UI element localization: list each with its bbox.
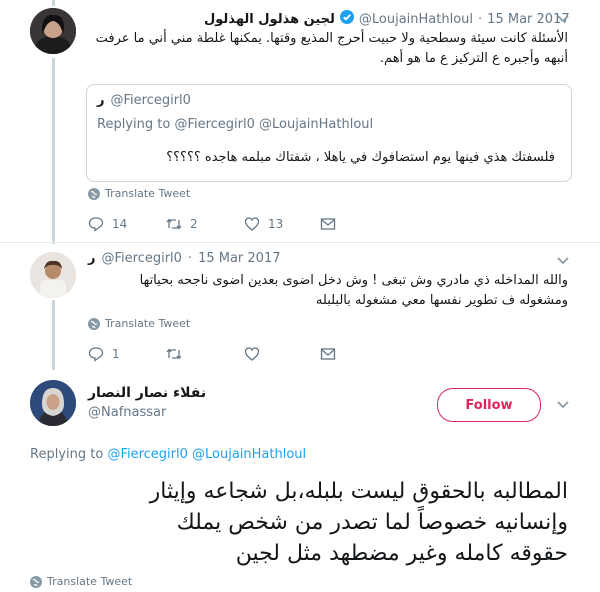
- quoted-tweet-header: ر @Fiercegirl0: [97, 93, 191, 108]
- thread-line-1: [52, 58, 55, 244]
- tweet-3-text-line-3: حقوقه كامله وغير مضطهد مثل لجين: [235, 541, 568, 566]
- chevron-down-icon[interactable]: [556, 256, 570, 266]
- quoted-tweet[interactable]: ر @Fiercegirl0 Replying to @Fiercegirl0 …: [86, 84, 572, 182]
- avatar-nafnassar-image: [30, 380, 76, 426]
- chevron-down-icon[interactable]: [556, 400, 570, 410]
- heart-icon: [244, 347, 260, 361]
- tweet-3-replying-prefix: Replying to: [30, 447, 104, 462]
- tweet-1-text-line-1: الأسئلة كانت سيئة وسطحية ولا حبيت أحرج ا…: [95, 31, 568, 46]
- tweet-1-reply-count: 14: [112, 217, 128, 231]
- tweet-1-translate[interactable]: Translate Tweet: [88, 187, 190, 200]
- quoted-tweet-handle: @Fiercegirl0: [110, 93, 191, 108]
- tweet-1-separator: ·: [478, 11, 483, 27]
- tweet-1-dm-button[interactable]: [320, 216, 336, 232]
- tweet-3-text-line-2: وإنسانيه خصوصاً لما تصدر من شخص يملك: [176, 510, 568, 535]
- thread-line-top: [52, 0, 55, 6]
- avatar-fiercegirl-image: [30, 252, 76, 298]
- tweet-3-translate[interactable]: Translate Tweet: [30, 575, 132, 588]
- tweet-1-header: لجين هذلول الهذلول @LoujainHathloul · 15…: [204, 10, 570, 28]
- globe-icon: [30, 575, 42, 588]
- tweet-2-handle[interactable]: @Fiercegirl0: [101, 251, 181, 266]
- tweet-1-like-count: 13: [268, 217, 284, 231]
- heart-icon: [244, 217, 260, 231]
- tweet-2-translate[interactable]: Translate Tweet: [88, 317, 190, 330]
- tweet-2-text-line-2: ومشغوله ف تطوير نفسها معي مشغوله بالبلبل…: [315, 293, 568, 308]
- tweet-3-translate-label: Translate Tweet: [47, 575, 133, 588]
- tweet-2-reply-button[interactable]: 1: [88, 346, 120, 362]
- tweet-2-like-button[interactable]: [244, 346, 268, 362]
- tweet-1-text-line-2: أنبهه وأجبره ع التركيز ع ما هو أهم.: [379, 51, 568, 66]
- quoted-replying-prefix: Replying to: [97, 117, 171, 132]
- tweet-1-display-name[interactable]: لجين هذلول الهذلول: [204, 12, 335, 27]
- quoted-tweet-display-name: ر: [97, 93, 105, 108]
- tweet-1-handle[interactable]: @LoujainHathloul: [359, 12, 473, 27]
- tweet-1-retweet-count: 2: [190, 217, 198, 231]
- globe-icon: [88, 317, 100, 330]
- tweet-2-translate-label: Translate Tweet: [105, 317, 191, 330]
- tweet-2-reply-count: 1: [112, 347, 120, 361]
- follow-button[interactable]: Follow: [437, 388, 541, 422]
- verified-badge-icon: [339, 10, 354, 28]
- tweet-3-replying-users[interactable]: @Fiercegirl0 @LoujainHathloul: [107, 447, 306, 462]
- quoted-tweet-replying: Replying to @Fiercegirl0 @LoujainHathlou…: [97, 117, 373, 132]
- quoted-tweet-text: فلسفتك هذي فينها يوم استضافوك في ياهلا ،…: [166, 150, 555, 165]
- tweet-2-text-line-1: والله المداخله ذي مادري وش تبغى ! وش دخل…: [139, 273, 568, 288]
- avatar-nafnassar[interactable]: [30, 380, 76, 426]
- tweet-2-header: ر @Fiercegirl0 · 15 Mar 2017: [88, 251, 280, 266]
- tweet-2-date[interactable]: 15 Mar 2017: [198, 251, 280, 266]
- reply-icon: [88, 217, 104, 232]
- tweet-3-handle[interactable]: @Nafnassar: [88, 405, 166, 420]
- retweet-icon: [166, 348, 182, 360]
- tweet-3-display-name[interactable]: نفلاء نصار النصار: [88, 385, 206, 401]
- tweet-2-display-name[interactable]: ر: [88, 251, 95, 266]
- retweet-icon: [166, 218, 182, 230]
- tweet-3-text-line-1: المطالبه بالحقوق ليست بلبله،بل شجاعه وإي…: [149, 479, 568, 504]
- tweet-2-separator: ·: [187, 251, 193, 266]
- avatar-fiercegirl[interactable]: [30, 252, 76, 298]
- chevron-down-icon[interactable]: [556, 14, 570, 24]
- reply-icon: [88, 347, 104, 362]
- thread-line-2: [52, 300, 55, 370]
- tweet-1-retweet-button[interactable]: 2: [166, 216, 198, 232]
- quoted-replying-users: @Fiercegirl0 @LoujainHathloul: [174, 117, 374, 132]
- tweet-2-dm-button[interactable]: [320, 346, 336, 362]
- envelope-icon: [320, 348, 336, 360]
- tweet-1-reply-button[interactable]: 14: [88, 216, 127, 232]
- globe-icon: [88, 187, 100, 200]
- tweet-1-translate-label: Translate Tweet: [105, 187, 191, 200]
- envelope-icon: [320, 218, 336, 230]
- tweet-1-like-button[interactable]: 13: [244, 216, 283, 232]
- tweet-2-retweet-button[interactable]: [166, 346, 190, 362]
- tweet-divider-1: [0, 242, 600, 243]
- tweet-3-replying: Replying to @Fiercegirl0 @LoujainHathlou…: [30, 447, 306, 462]
